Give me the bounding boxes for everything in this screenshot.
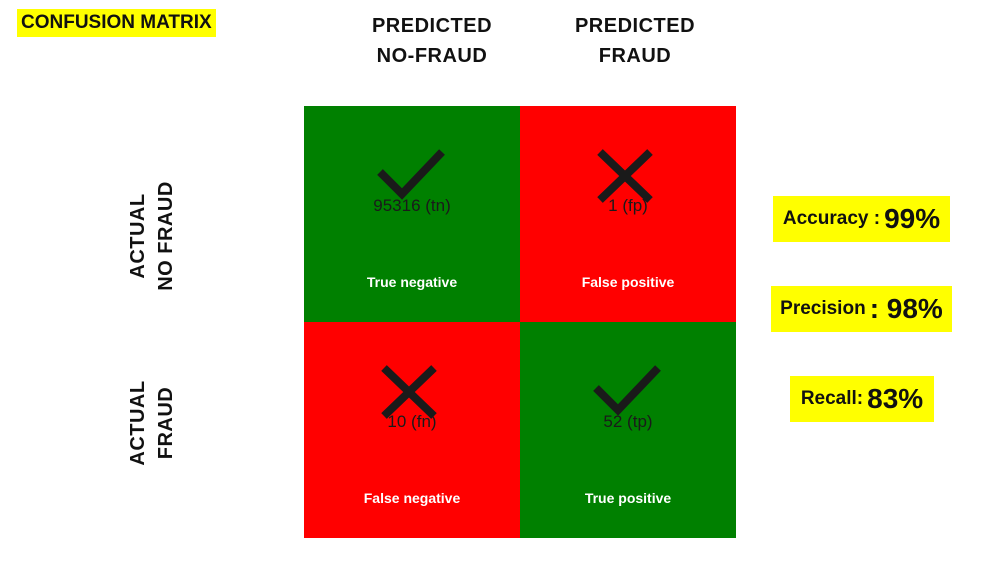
cross-icon xyxy=(381,365,437,419)
row-header-line: ACTUAL xyxy=(127,193,149,279)
row-header-line: NO FRAUD xyxy=(155,181,177,291)
cell-count: 95316 (tn) xyxy=(373,196,451,215)
metric-label: Precision xyxy=(780,298,866,319)
cell-label: False positive xyxy=(581,274,675,290)
column-header-line: FRAUD xyxy=(598,45,672,67)
column-header-line: PREDICTED xyxy=(371,15,493,37)
cell-count: 1 (fp) xyxy=(608,196,648,215)
metric-accuracy: Accuracy : 99% xyxy=(773,196,950,242)
metric-label: Accuracy : xyxy=(782,208,881,229)
cell-count: 52 (tp) xyxy=(603,412,653,431)
column-header-predicted-fraud: PREDICTED FRAUD xyxy=(525,11,745,71)
cell-false-negative: 10 (fn) False negative xyxy=(304,322,520,538)
metric-value: : 98% xyxy=(869,293,943,324)
row-header-actual-fraud: ACTUAL FRAUD xyxy=(124,323,184,523)
page-title: CONFUSION MATRIX xyxy=(17,9,216,37)
column-header-line: NO-FRAUD xyxy=(376,45,488,67)
metric-label: Recall: xyxy=(800,388,864,409)
confusion-matrix: 95316 (tn) True negative 1 (fp) False po… xyxy=(304,106,738,540)
column-header-line: PREDICTED xyxy=(574,15,696,37)
metric-value: 99% xyxy=(884,203,941,234)
metric-value: 83% xyxy=(867,383,924,414)
row-header-line: FRAUD xyxy=(155,386,177,460)
cell-label: True positive xyxy=(584,490,672,506)
check-icon xyxy=(377,149,445,200)
metric-recall: Recall: 83% xyxy=(790,376,934,422)
metric-precision: Precision : 98% xyxy=(771,286,952,332)
check-icon xyxy=(593,365,661,416)
cell-true-negative: 95316 (tn) True negative xyxy=(304,106,520,322)
column-header-predicted-no-fraud: PREDICTED NO-FRAUD xyxy=(322,11,542,71)
cell-label: False negative xyxy=(363,490,461,506)
cell-count: 10 (fn) xyxy=(387,412,437,431)
cell-label: True negative xyxy=(366,274,458,290)
cell-false-positive: 1 (fp) False positive xyxy=(520,106,736,322)
row-header-actual-no-fraud: ACTUAL NO FRAUD xyxy=(124,136,184,336)
cell-true-positive: 52 (tp) True positive xyxy=(520,322,736,538)
cross-icon xyxy=(597,149,653,203)
row-header-line: ACTUAL xyxy=(127,380,149,466)
